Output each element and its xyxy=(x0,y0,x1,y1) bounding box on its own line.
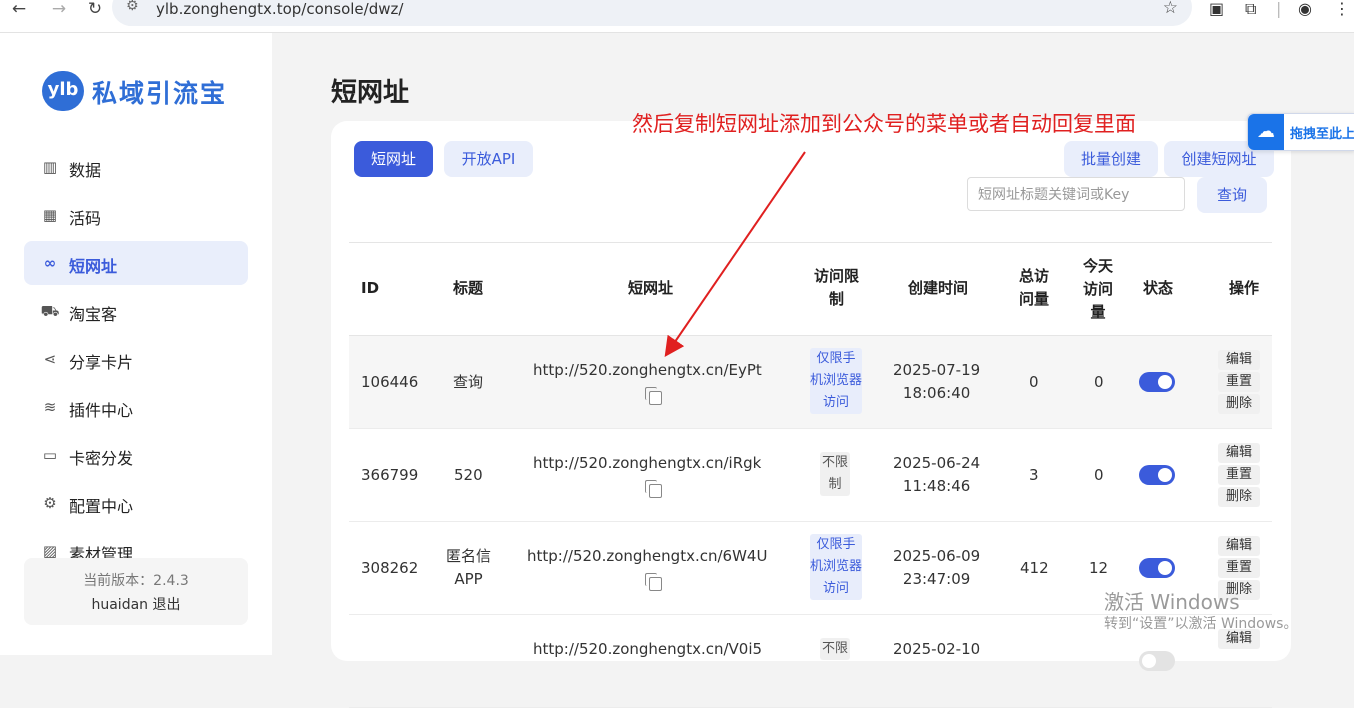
annotation-arrow xyxy=(664,151,806,357)
activation-watermark-title: 激活 Windows xyxy=(1104,590,1240,614)
drag-widget[interactable]: ☁ 拖拽至此上 xyxy=(1247,113,1354,151)
activation-watermark-subtitle: 转到“设置”以激活 Windows。 xyxy=(1104,616,1298,632)
drag-widget-label: 拖拽至此上 xyxy=(1290,127,1354,142)
cloud-icon: ☁ xyxy=(1248,114,1284,150)
